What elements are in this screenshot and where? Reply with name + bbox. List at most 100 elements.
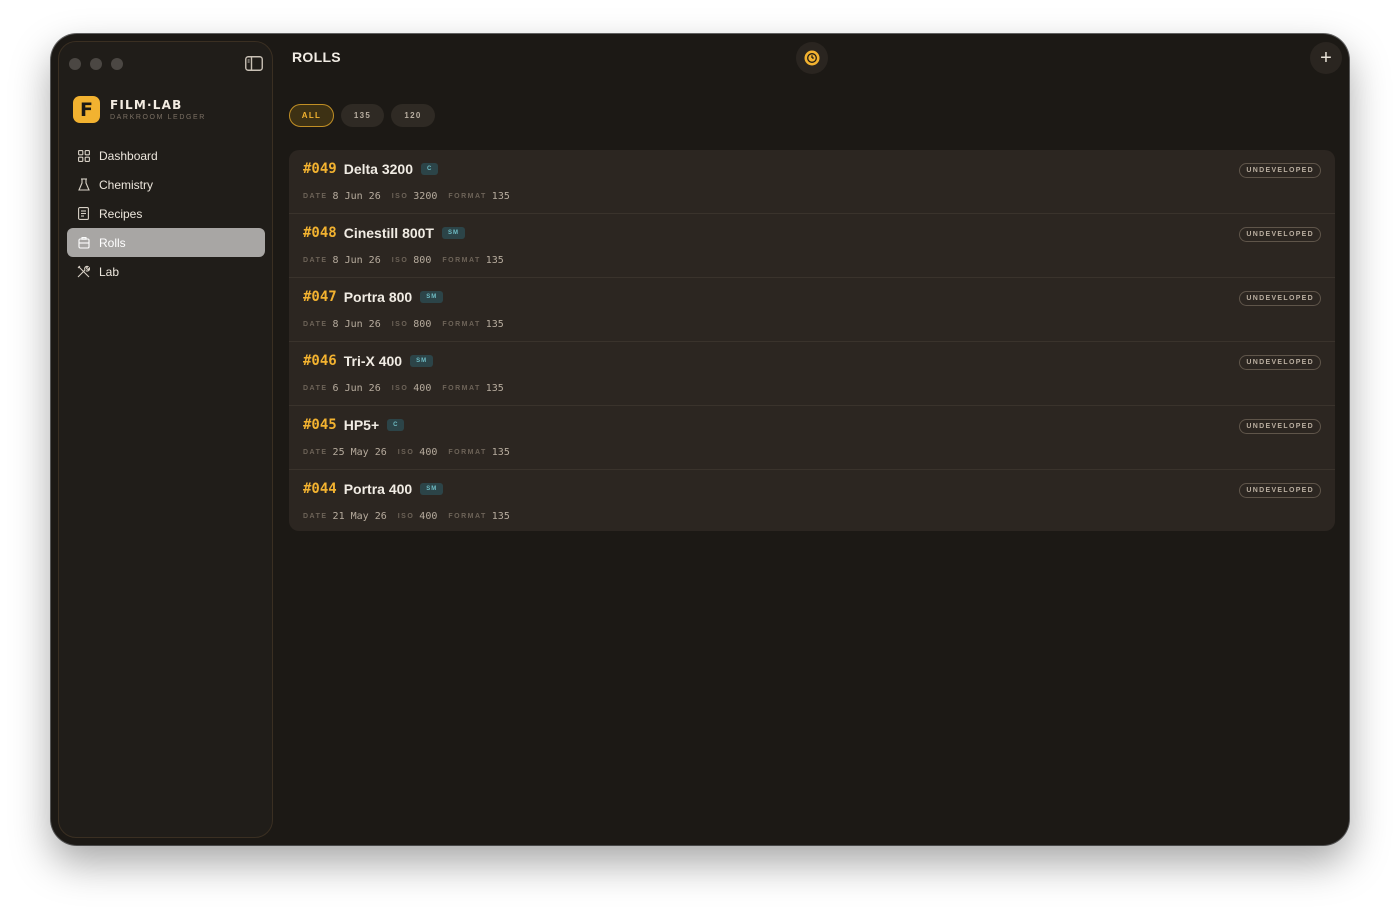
roll-tag-badge: SM — [410, 355, 434, 367]
status-badge: UNDEVELOPED — [1239, 483, 1321, 498]
sidebar-item-chemistry[interactable]: Chemistry — [67, 170, 265, 199]
sidebar: F FILM·LAB DARKROOM LEDGER Dashboard Che… — [58, 41, 273, 838]
status-badge: UNDEVELOPED — [1239, 419, 1321, 434]
sidebar-item-label: Dashboard — [99, 148, 158, 163]
format-filter: ALL 135 120 — [289, 104, 435, 127]
roll-row[interactable]: #049 Delta 3200 C DATE 8 Jun 26 ISO 3200… — [289, 150, 1335, 214]
sidebar-item-dashboard[interactable]: Dashboard — [67, 141, 265, 170]
roll-row[interactable]: #048 Cinestill 800T SM DATE 8 Jun 26 ISO… — [289, 214, 1335, 278]
roll-film-name: Portra 800 — [343, 289, 413, 305]
zoom-window-button[interactable] — [111, 58, 123, 70]
roll-row[interactable]: #044 Portra 400 SM DATE 21 May 26 ISO 40… — [289, 470, 1335, 531]
roll-tag-badge: C — [421, 163, 439, 175]
minimize-window-button[interactable] — [90, 58, 102, 70]
sidebar-toggle-icon[interactable] — [245, 56, 263, 71]
roll-film-name: Tri-X 400 — [343, 353, 403, 369]
app-window: F FILM·LAB DARKROOM LEDGER Dashboard Che… — [51, 34, 1349, 845]
filter-chip-all[interactable]: ALL — [289, 104, 334, 127]
flask-icon — [77, 178, 90, 191]
roll-iso: 3200 — [413, 191, 438, 202]
roll-film-name: Delta 3200 — [343, 161, 413, 177]
roll-date: 8 Jun 26 — [332, 191, 381, 202]
roll-date: 21 May 26 — [332, 511, 387, 522]
roll-date: 6 Jun 26 — [332, 383, 381, 394]
add-roll-button[interactable]: + — [1310, 42, 1342, 74]
brand-name: FILM·LAB — [110, 98, 183, 112]
status-badge: UNDEVELOPED — [1239, 355, 1321, 370]
roll-number: #049 — [303, 161, 337, 177]
window-controls — [69, 58, 123, 70]
status-badge: UNDEVELOPED — [1239, 163, 1321, 178]
roll-tag-badge: C — [387, 419, 405, 431]
sidebar-item-rolls[interactable]: Rolls — [67, 228, 265, 257]
format-label: FORMAT — [442, 321, 481, 328]
roll-date: 25 May 26 — [332, 447, 387, 458]
roll-date: 8 Jun 26 — [332, 255, 381, 266]
roll-format: 135 — [485, 383, 504, 394]
roll-format: 135 — [491, 191, 510, 202]
roll-row[interactable]: #045 HP5+ C DATE 25 May 26 ISO 400 FORMA… — [289, 406, 1335, 470]
iso-label: ISO — [397, 449, 415, 456]
roll-iso: 400 — [413, 383, 432, 394]
filter-chip-120[interactable]: 120 — [391, 104, 435, 127]
format-label: FORMAT — [442, 385, 481, 392]
roll-list: #049 Delta 3200 C DATE 8 Jun 26 ISO 3200… — [289, 150, 1335, 531]
roll-date: 8 Jun 26 — [332, 319, 381, 330]
date-label: DATE — [303, 385, 328, 392]
roll-format: 135 — [485, 255, 504, 266]
sidebar-nav: Dashboard Chemistry Recipes Rolls Lab — [67, 141, 265, 286]
sidebar-item-lab[interactable]: Lab — [67, 257, 265, 286]
main-content: ROLLS + ALL 135 120 #049 Delta 3200 C DA… — [273, 34, 1349, 845]
roll-number: #044 — [303, 481, 337, 497]
roll-tag-badge: SM — [420, 483, 444, 495]
date-label: DATE — [303, 193, 328, 200]
format-label: FORMAT — [448, 193, 487, 200]
format-label: FORMAT — [442, 257, 481, 264]
roll-iso: 400 — [419, 511, 438, 522]
roll-film-name: HP5+ — [343, 417, 380, 433]
roll-number: #048 — [303, 225, 337, 241]
sidebar-item-recipes[interactable]: Recipes — [67, 199, 265, 228]
sidebar-item-label: Rolls — [99, 235, 126, 250]
roll-number: #046 — [303, 353, 337, 369]
brand-logo: F — [73, 96, 100, 123]
roll-number: #047 — [303, 289, 337, 305]
roll-format: 135 — [491, 447, 510, 458]
date-label: DATE — [303, 513, 328, 520]
iso-label: ISO — [391, 193, 409, 200]
brand-subtitle: DARKROOM LEDGER — [110, 114, 206, 121]
timer-icon — [804, 50, 820, 66]
format-label: FORMAT — [448, 449, 487, 456]
page-title: ROLLS — [292, 49, 341, 65]
roll-row[interactable]: #047 Portra 800 SM DATE 8 Jun 26 ISO 800… — [289, 278, 1335, 342]
filter-chip-135[interactable]: 135 — [341, 104, 384, 127]
film-canister-icon — [77, 236, 90, 249]
roll-format: 135 — [485, 319, 504, 330]
iso-label: ISO — [391, 257, 409, 264]
status-badge: UNDEVELOPED — [1239, 291, 1321, 306]
iso-label: ISO — [391, 385, 409, 392]
date-label: DATE — [303, 257, 328, 264]
document-icon — [77, 207, 90, 220]
sidebar-item-label: Chemistry — [99, 177, 154, 192]
roll-film-name: Portra 400 — [343, 481, 413, 497]
format-label: FORMAT — [448, 513, 487, 520]
iso-label: ISO — [391, 321, 409, 328]
date-label: DATE — [303, 321, 328, 328]
close-window-button[interactable] — [69, 58, 81, 70]
sidebar-item-label: Lab — [99, 264, 120, 279]
timer-button[interactable] — [796, 42, 828, 74]
roll-iso: 400 — [419, 447, 438, 458]
status-badge: UNDEVELOPED — [1239, 227, 1321, 242]
roll-tag-badge: SM — [441, 227, 465, 239]
roll-format: 135 — [491, 511, 510, 522]
sidebar-item-label: Recipes — [99, 206, 143, 221]
grid-icon — [77, 149, 90, 162]
date-label: DATE — [303, 449, 328, 456]
roll-tag-badge: SM — [420, 291, 444, 303]
roll-iso: 800 — [413, 255, 432, 266]
roll-row[interactable]: #046 Tri-X 400 SM DATE 6 Jun 26 ISO 400 … — [289, 342, 1335, 406]
brand: F FILM·LAB DARKROOM LEDGER — [73, 96, 206, 123]
roll-iso: 800 — [413, 319, 432, 330]
tools-icon — [77, 265, 90, 278]
